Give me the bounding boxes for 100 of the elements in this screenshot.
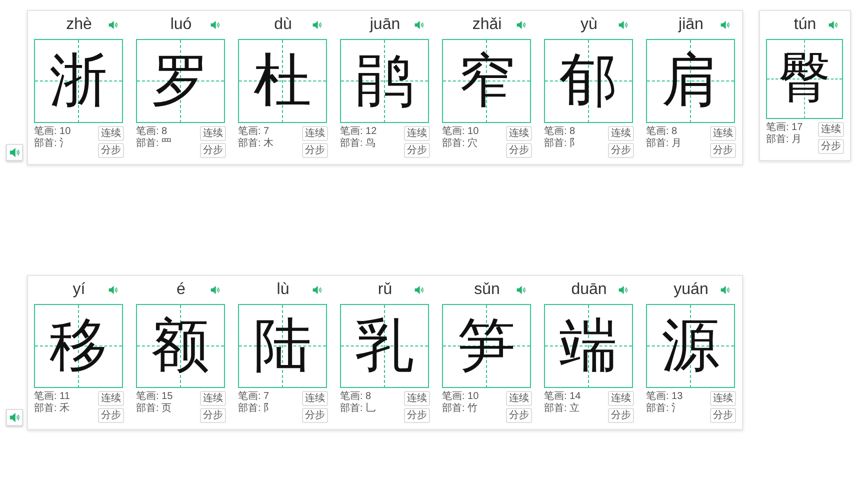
- speaker-icon[interactable]: [720, 285, 730, 295]
- pinyin: yí: [72, 281, 86, 299]
- continuous-button[interactable]: 连续: [710, 126, 736, 141]
- play-button[interactable]: [6, 144, 23, 161]
- continuous-button[interactable]: 连续: [200, 391, 226, 406]
- radical-label: 部首: 鸟: [340, 138, 377, 150]
- step-button[interactable]: 分步: [98, 143, 124, 158]
- hanzi: 浙: [50, 52, 108, 110]
- speaker-icon[interactable]: [108, 285, 118, 295]
- radical-label: 部首: 氵: [34, 138, 71, 150]
- continuous-button[interactable]: 连续: [608, 391, 634, 406]
- radical-label: 部首: 月: [766, 134, 803, 146]
- stroke-count: 笔画: 8: [544, 126, 576, 138]
- radical-label: 部首: 阝: [544, 138, 580, 150]
- pinyin: luó: [170, 16, 192, 34]
- continuous-button[interactable]: 连续: [98, 391, 124, 406]
- step-button[interactable]: 分步: [302, 408, 328, 423]
- pinyin: é: [176, 281, 186, 299]
- pinyin: zhǎi: [472, 16, 502, 34]
- stroke-count: 笔画: 10: [34, 126, 71, 138]
- stroke-count: 笔画: 14: [544, 391, 581, 402]
- step-button[interactable]: 分步: [608, 408, 634, 423]
- hanzi: 陆: [254, 317, 312, 375]
- speaker-icon[interactable]: [414, 285, 424, 295]
- step-button[interactable]: 分步: [302, 143, 328, 158]
- radical-label: 部首: 木: [238, 138, 274, 150]
- step-button[interactable]: 分步: [200, 408, 226, 423]
- speaker-icon[interactable]: [108, 20, 118, 30]
- speaker-icon[interactable]: [312, 20, 322, 30]
- speaker-icon: [9, 412, 20, 423]
- stroke-count: 笔画: 10: [442, 126, 479, 138]
- step-button[interactable]: 分步: [506, 408, 532, 423]
- pinyin: lù: [276, 281, 290, 299]
- stroke-count: 笔画: 7: [238, 391, 270, 402]
- speaker-icon[interactable]: [720, 20, 730, 30]
- hanzi: 端: [560, 317, 618, 375]
- step-button[interactable]: 分步: [404, 408, 430, 423]
- stroke-count: 笔画: 13: [646, 391, 683, 402]
- stroke-count: 笔画: 8: [646, 126, 678, 138]
- continuous-button[interactable]: 连续: [404, 126, 430, 141]
- radical-label: 部首: 月: [646, 138, 682, 150]
- step-button[interactable]: 分步: [710, 143, 736, 158]
- continuous-button[interactable]: 连续: [98, 126, 124, 141]
- radical-label: 部首: 禾: [34, 403, 70, 415]
- step-button[interactable]: 分步: [200, 143, 226, 158]
- continuous-button[interactable]: 连续: [302, 126, 328, 141]
- speaker-icon[interactable]: [516, 285, 526, 295]
- step-button[interactable]: 分步: [608, 143, 634, 158]
- continuous-button[interactable]: 连续: [506, 391, 532, 406]
- hanzi: 笋: [458, 317, 516, 375]
- stroke-count: 笔画: 10: [442, 391, 479, 402]
- continuous-button[interactable]: 连续: [404, 391, 430, 406]
- step-button[interactable]: 分步: [818, 139, 844, 154]
- hanzi: 移: [50, 317, 108, 375]
- speaker-icon[interactable]: [618, 285, 628, 295]
- radical-label: 部首: 竹: [442, 403, 479, 415]
- continuous-button[interactable]: 连续: [710, 391, 736, 406]
- stroke-count: 笔画: 8: [136, 126, 168, 138]
- continuous-button[interactable]: 连续: [302, 391, 328, 406]
- radical-label: 部首: 页: [136, 403, 173, 415]
- hanzi: 额: [152, 317, 210, 375]
- pinyin: yuán: [674, 281, 708, 299]
- stroke-count: 笔画: 17: [766, 122, 803, 134]
- hanzi: 肩: [662, 52, 720, 110]
- pinyin: juān: [370, 16, 400, 34]
- speaker-icon: [9, 147, 20, 158]
- pinyin: rǔ: [378, 281, 392, 299]
- pinyin: jiān: [678, 16, 704, 34]
- speaker-icon[interactable]: [210, 20, 220, 30]
- play-button[interactable]: [6, 409, 23, 426]
- step-button[interactable]: 分步: [404, 143, 430, 158]
- speaker-icon[interactable]: [828, 20, 838, 30]
- step-button[interactable]: 分步: [98, 408, 124, 423]
- stroke-count: 笔画: 11: [34, 391, 70, 402]
- continuous-button[interactable]: 连续: [608, 126, 634, 141]
- stroke-count: 笔画: 15: [136, 391, 173, 402]
- speaker-icon[interactable]: [414, 20, 424, 30]
- stroke-count: 笔画: 7: [238, 126, 270, 138]
- pinyin: sǔn: [474, 281, 500, 299]
- speaker-icon[interactable]: [210, 285, 220, 295]
- speaker-icon[interactable]: [618, 20, 628, 30]
- hanzi: 鹃: [356, 52, 414, 110]
- pinyin: duān: [571, 281, 607, 299]
- pinyin: yù: [580, 16, 598, 34]
- hanzi: 乳: [356, 317, 414, 375]
- radical-label: 部首: 氵: [646, 403, 683, 415]
- radical-label: 部首: 穴: [442, 138, 479, 150]
- continuous-button[interactable]: 连续: [200, 126, 226, 141]
- continuous-button[interactable]: 连续: [506, 126, 532, 141]
- hanzi: 窄: [458, 52, 516, 110]
- step-button[interactable]: 分步: [710, 408, 736, 423]
- stroke-count: 笔画: 12: [340, 126, 377, 138]
- continuous-button[interactable]: 连续: [818, 122, 844, 137]
- radical-label: 部首: 罒: [136, 138, 172, 150]
- hanzi: 罗: [152, 52, 210, 110]
- speaker-icon[interactable]: [516, 20, 526, 30]
- step-button[interactable]: 分步: [506, 143, 532, 158]
- radical-label: 部首: 乚: [340, 403, 376, 415]
- hanzi: 杜: [254, 52, 312, 110]
- speaker-icon[interactable]: [312, 285, 322, 295]
